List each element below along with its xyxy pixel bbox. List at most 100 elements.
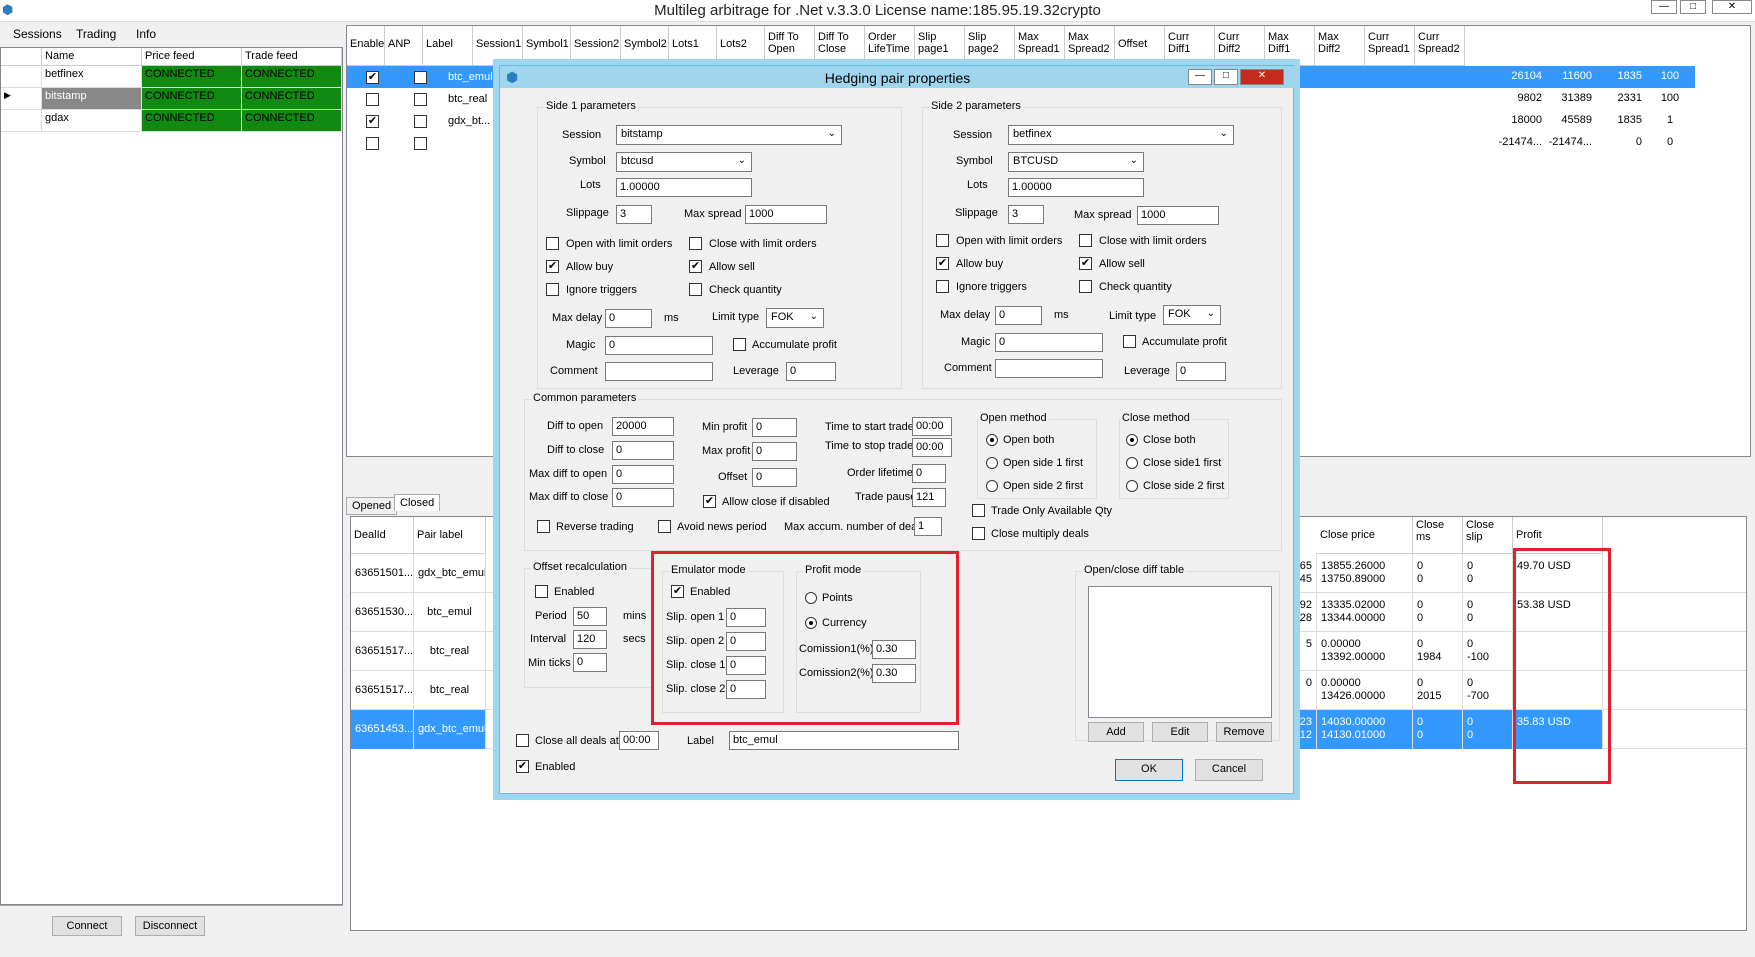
maxprofit-input[interactable]: 0	[752, 442, 797, 461]
interval-input[interactable]: 120	[573, 630, 607, 649]
closeall-input[interactable]: 00:00	[619, 731, 659, 750]
side1-lots-input[interactable]: 1.00000	[616, 178, 752, 197]
side1-maxspread-input[interactable]: 1000	[745, 205, 827, 224]
side2-limittype-select[interactable]: FOK ⌄	[1163, 305, 1221, 325]
stoptrade-input[interactable]: 00:00	[912, 438, 952, 457]
side1-checkqty-checkbox[interactable]	[689, 283, 702, 296]
pair-anp-checkbox[interactable]	[414, 93, 427, 106]
side2-accumulate-checkbox[interactable]	[1123, 335, 1136, 348]
closemult-checkbox[interactable]	[972, 527, 985, 540]
minticks-input[interactable]: 0	[573, 653, 607, 672]
current-row-arrow-icon[interactable]: ▶	[1, 88, 42, 110]
side1-closelimit-checkbox[interactable]	[689, 237, 702, 250]
session-name[interactable]: betfinex	[42, 66, 142, 88]
minprofit-input[interactable]: 0	[752, 418, 797, 437]
pair-enabled-checkbox[interactable]	[366, 93, 379, 106]
openside2-radio[interactable]	[986, 480, 998, 492]
diff-table-list[interactable]	[1088, 586, 1272, 718]
offset-input[interactable]: 0	[752, 468, 797, 487]
closeall-checkbox[interactable]	[516, 734, 529, 747]
side1-ignoretriggers-checkbox[interactable]	[546, 283, 559, 296]
connect-button[interactable]: Connect	[52, 916, 122, 936]
closeboth-radio[interactable]	[1126, 434, 1138, 446]
pair-anp-checkbox[interactable]	[414, 137, 427, 150]
pair-enabled-checkbox[interactable]: ✔	[366, 71, 379, 84]
pair-label[interactable]: btc_real	[448, 93, 487, 105]
cancel-button[interactable]: Cancel	[1195, 759, 1263, 781]
dialog-close-icon[interactable]: ✕	[1240, 69, 1284, 85]
maxdiffopen-input[interactable]: 0	[612, 465, 674, 484]
allowclose-checkbox[interactable]: ✔	[703, 495, 716, 508]
pair-anp-checkbox[interactable]	[414, 115, 427, 128]
side2-maxdelay-input[interactable]: 0	[995, 306, 1042, 325]
side2-ignoretriggers-checkbox[interactable]	[936, 280, 949, 293]
openboth-radio[interactable]	[986, 434, 998, 446]
enabled-checkbox[interactable]: ✔	[516, 760, 529, 773]
onlyavail-checkbox[interactable]	[972, 504, 985, 517]
reverse-trading-checkbox[interactable]	[537, 520, 550, 533]
side1-openlimit-checkbox[interactable]	[546, 237, 559, 250]
maxdiffclose-input[interactable]: 0	[612, 488, 674, 507]
side1-slippage-input[interactable]: 3	[616, 205, 652, 224]
offsetrecalc-enabled-checkbox[interactable]	[535, 585, 548, 598]
side2-slippage-input[interactable]: 3	[1008, 205, 1044, 224]
side2-checkqty-checkbox[interactable]	[1079, 280, 1092, 293]
side1-allowbuy-checkbox[interactable]: ✔	[546, 260, 559, 273]
disconnect-button[interactable]: Disconnect	[135, 916, 205, 936]
menu-info[interactable]: Info	[136, 27, 156, 41]
pair-enabled-checkbox[interactable]	[366, 137, 379, 150]
closeside1-radio[interactable]	[1126, 457, 1138, 469]
menu-trading[interactable]: Trading	[76, 27, 116, 41]
edit-button[interactable]: Edit	[1152, 722, 1208, 742]
side2-allowbuy-checkbox[interactable]: ✔	[936, 257, 949, 270]
maximize-icon[interactable]: □	[1680, 0, 1706, 14]
label-input[interactable]: btc_emul	[729, 731, 959, 750]
close-icon[interactable]: ✕	[1712, 0, 1752, 14]
pair-label[interactable]: btc_emul	[448, 71, 493, 83]
side1-comment-input[interactable]	[605, 362, 713, 381]
remove-button[interactable]: Remove	[1216, 722, 1272, 742]
tab-closed[interactable]: Closed	[394, 494, 441, 511]
side2-lots-input[interactable]: 1.00000	[1008, 178, 1144, 197]
side1-magic-input[interactable]: 0	[605, 336, 713, 355]
side1-accumulate-checkbox[interactable]	[733, 338, 746, 351]
menu-sessions[interactable]: Sessions	[13, 27, 62, 41]
side2-openlimit-checkbox[interactable]	[936, 234, 949, 247]
dialog-maximize-icon[interactable]: □	[1214, 69, 1238, 85]
dialog-minimize-icon[interactable]: —	[1188, 69, 1212, 85]
pause-input[interactable]: 121	[912, 488, 946, 507]
row-selector[interactable]	[1, 110, 42, 132]
pair-enabled-checkbox[interactable]: ✔	[366, 115, 379, 128]
lifetime-input[interactable]: 0	[912, 464, 946, 483]
tab-opened[interactable]: Opened	[346, 497, 398, 515]
minimize-icon[interactable]: —	[1651, 0, 1677, 14]
side1-leverage-input[interactable]: 0	[786, 362, 836, 381]
maxaccum-input[interactable]: 1	[914, 517, 942, 536]
side2-session-select[interactable]: betfinex ⌄	[1008, 125, 1234, 145]
side1-session-select[interactable]: bitstamp ⌄	[616, 125, 842, 145]
side1-limittype-select[interactable]: FOK ⌄	[766, 308, 824, 328]
side2-allowsell-checkbox[interactable]: ✔	[1079, 257, 1092, 270]
side1-allowsell-checkbox[interactable]: ✔	[689, 260, 702, 273]
side2-closelimit-checkbox[interactable]	[1079, 234, 1092, 247]
openside1-radio[interactable]	[986, 457, 998, 469]
session-name[interactable]: bitstamp	[42, 88, 142, 110]
side1-maxdelay-input[interactable]: 0	[605, 309, 652, 328]
row-selector[interactable]	[1, 66, 42, 88]
side2-leverage-input[interactable]: 0	[1176, 362, 1226, 381]
session-name[interactable]: gdax	[42, 110, 142, 132]
add-button[interactable]: Add	[1088, 722, 1144, 742]
ok-button[interactable]: OK	[1115, 759, 1183, 781]
avoid-news-checkbox[interactable]	[658, 520, 671, 533]
diffopen-input[interactable]: 20000	[612, 417, 674, 436]
pair-label[interactable]: gdx_bt...	[448, 115, 490, 127]
side2-magic-input[interactable]: 0	[995, 333, 1103, 352]
diffclose-input[interactable]: 0	[612, 441, 674, 460]
pair-anp-checkbox[interactable]	[414, 71, 427, 84]
closeside2-radio[interactable]	[1126, 480, 1138, 492]
side2-comment-input[interactable]	[995, 359, 1103, 378]
side2-maxspread-input[interactable]: 1000	[1137, 206, 1219, 225]
starttrade-input[interactable]: 00:00	[912, 417, 952, 436]
period-input[interactable]: 50	[573, 607, 607, 626]
side1-symbol-select[interactable]: btcusd ⌄	[616, 152, 752, 172]
